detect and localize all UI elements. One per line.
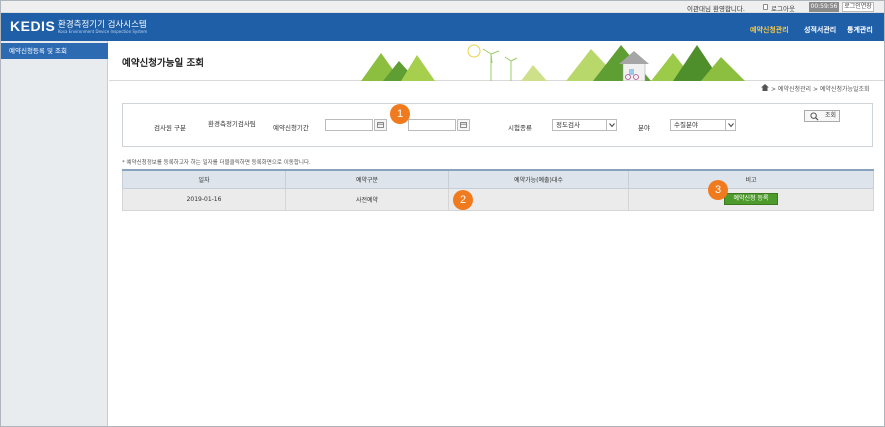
end-date-input[interactable] (408, 119, 456, 131)
org-field: 환경측정기검사팀 (205, 119, 265, 131)
search-icon (810, 112, 819, 121)
logo[interactable]: KEDIS (10, 18, 55, 34)
table-header-row: 일자 예약구분 예약가능(예출)대수 비고 (122, 169, 874, 189)
welcome-text: 이관대님 환영합니다. (687, 5, 745, 13)
lock-icon (763, 4, 768, 10)
calendar-start-button[interactable] (374, 119, 387, 131)
step-badge-2: 2 (453, 190, 473, 210)
field-select[interactable]: 수질분야 (670, 119, 736, 131)
field-value: 수질분야 (674, 121, 698, 129)
logout-link[interactable]: 로그아웃 (771, 3, 795, 13)
sidebar: 예약신청등록 및 조회 (1, 41, 108, 426)
org-label: 검사원 구분 (154, 124, 186, 132)
sidebar-item-reservation-register[interactable]: 예약신청등록 및 조회 (1, 43, 108, 59)
table-row[interactable]: 2019-01-16 사전예약 예약신청 등록 (122, 187, 874, 211)
column-header-remark: 비고 (628, 169, 874, 189)
step-badge-3: 3 (708, 180, 728, 200)
chevron-down-icon (606, 120, 616, 130)
field-label: 분야 (638, 124, 650, 132)
start-date-input[interactable] (325, 119, 373, 131)
column-header-count: 예약가능(예출)대수 (448, 169, 629, 189)
test-type-select[interactable]: 정도검사 (552, 119, 617, 131)
landscape-banner (361, 44, 745, 81)
extend-login-button[interactable]: 로그인연장 (842, 2, 874, 12)
nav-statistics[interactable]: 통계관리 (847, 25, 873, 35)
chevron-down-icon (725, 120, 735, 130)
header-bar: KEDIS 환경측정기기 검사시스템 Kosa Environment Devi… (1, 13, 884, 41)
home-icon[interactable] (761, 84, 769, 91)
register-reservation-button[interactable]: 예약신청 등록 (724, 193, 778, 205)
search-button[interactable]: 조회 (804, 110, 840, 122)
cell-remark: 예약신청 등록 (628, 187, 874, 211)
system-subtitle: Kosa Environment Device Inspection Syste… (58, 29, 148, 34)
session-timer: 00:59:56 (809, 2, 839, 12)
calendar-end-button[interactable] (457, 119, 470, 131)
info-note: * 예약신청정보를 등록하고자 하는 일자를 더블클릭하면 등록화면으로 이동합… (122, 160, 311, 166)
nav-report[interactable]: 성적서관리 (804, 25, 836, 35)
breadcrumb: > 예약신청관리 > 예약신청가능일조회 (771, 86, 870, 93)
search-button-label: 조회 (825, 112, 837, 119)
cell-count (448, 187, 629, 211)
availability-table: 일자 예약구분 예약가능(예출)대수 비고 2019-01-16 사전예약 예약… (122, 169, 874, 211)
nav-reservation[interactable]: 예약신청관리 (750, 25, 789, 35)
step-badge-1: 1 (390, 104, 410, 124)
column-header-date: 일자 (122, 169, 286, 189)
test-type-label: 시험종류 (508, 124, 532, 132)
test-type-value: 정도검사 (556, 121, 580, 129)
column-header-type: 예약구분 (285, 169, 449, 189)
page-title: 예약신청가능일 조회 (122, 58, 204, 69)
period-label: 예약신청기간 (273, 124, 309, 132)
calendar-icon (460, 122, 467, 128)
utility-bar: 이관대님 환영합니다. 로그아웃 00:59:56 로그인연장 (1, 1, 884, 13)
cell-date: 2019-01-16 (122, 187, 286, 211)
cell-type: 사전예약 (285, 187, 449, 211)
calendar-icon (377, 122, 384, 128)
app-window: 이관대님 환영합니다. 로그아웃 00:59:56 로그인연장 KEDIS 환경… (0, 0, 885, 427)
